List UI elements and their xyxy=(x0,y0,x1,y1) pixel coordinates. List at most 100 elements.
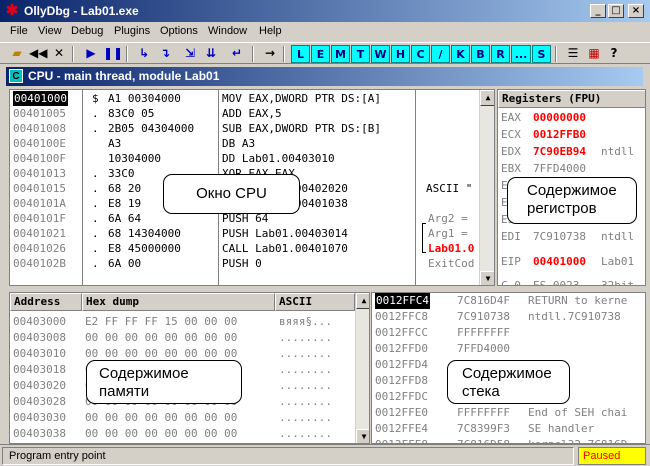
dump-header-ascii[interactable]: ASCII xyxy=(275,293,355,311)
stack-row[interactable]: 0012FFD0 7FFD4000 xyxy=(372,341,645,357)
log-window-button[interactable]: L xyxy=(291,45,310,63)
instruction-comment: ASCII " xyxy=(426,182,473,195)
disassembly-scrollbar[interactable]: ▲ ▼ xyxy=(479,90,494,285)
dump-row[interactable]: 00403038 00 00 00 00 00 00 00 00........ xyxy=(13,426,353,441)
execute-till-return-icon[interactable]: ↵ xyxy=(228,45,246,63)
list-icon[interactable]: ☰ xyxy=(564,45,582,63)
scroll-up-icon[interactable]: ▲ xyxy=(356,293,369,309)
stack-row[interactable]: 0012FFC4 7C816D4F RETURN to kerne xyxy=(372,293,645,309)
register-row[interactable]: C 0 ES 0023 32bit xyxy=(501,278,645,285)
run-icon[interactable]: ▶ xyxy=(82,45,100,63)
scroll-up-icon[interactable]: ▲ xyxy=(480,90,494,106)
stack-row[interactable]: 0012FFC8 7C910738 ntdll.7C910738 xyxy=(372,309,645,325)
register-value: 7FFD4000 xyxy=(533,162,586,175)
stack-row[interactable]: 0012FFE0 FFFFFFFF End of SEH chai xyxy=(372,405,645,421)
register-row[interactable]: EBX 7FFD4000 xyxy=(501,161,645,176)
help-icon[interactable]: ? xyxy=(605,45,623,63)
menu-file[interactable]: File xyxy=(10,25,28,37)
breakpoints-window-button[interactable]: B xyxy=(471,45,490,63)
source-window-button[interactable]: S xyxy=(532,45,551,63)
pause-icon[interactable]: ❚❚ xyxy=(103,45,123,63)
patches-window-button[interactable]: / xyxy=(431,45,450,63)
registers-callout: Содержимое регистров xyxy=(507,177,637,224)
stack-value: FFFFFFFF xyxy=(457,326,510,339)
cpu-window-button[interactable]: C xyxy=(411,45,430,63)
instruction-marker: . xyxy=(92,122,99,135)
references-window-button[interactable]: R xyxy=(491,45,510,63)
dump-row[interactable]: 00403008 00 00 00 00 00 00 00 00........ xyxy=(13,330,353,345)
stack-row[interactable]: 0012FFE4 7C8399F3 SE handler xyxy=(372,421,645,437)
dump-row[interactable]: 00403000 E2 FF FF FF 15 00 00 00 вяяя§... xyxy=(13,314,353,329)
threads-window-button[interactable]: T xyxy=(351,45,370,63)
cpu-window-titlebar[interactable]: C CPU - main thread, module Lab01 xyxy=(6,67,643,86)
menu-view[interactable]: View xyxy=(38,25,62,37)
minimize-button[interactable]: _ xyxy=(590,4,606,18)
trace-into-icon[interactable]: ⇲ xyxy=(181,45,199,63)
memory-dump-pane[interactable]: Address Hex dump ASCII 00403000 E2 FF FF … xyxy=(9,292,370,444)
step-over-icon[interactable]: ↴ xyxy=(156,45,174,63)
disassembly-row[interactable]: 00401021. 68 14304000 PUSH Lab01.00403014 A… xyxy=(10,226,479,241)
disassembly-pane[interactable]: 00401000 $ A1 00304000 MOV EAX,DWORD PTR DS… xyxy=(9,89,495,286)
disassembly-row[interactable]: 0040100F 10304000 DD Lab01.00403010 xyxy=(10,151,479,166)
disassembly-row[interactable]: 0040102B. 6A 00 PUSH 0 ExitCod xyxy=(10,256,479,271)
instruction-hex: 68 20 xyxy=(108,182,142,195)
run-trace-window-button[interactable]: ... xyxy=(511,45,531,63)
debugger-state-badge: Paused xyxy=(578,447,646,465)
stack-value: 7FFD4000 xyxy=(457,342,510,355)
dump-row[interactable]: 00403010 00 00 00 00 00 00 00 00........ xyxy=(13,346,353,361)
stack-row[interactable]: 0012FFE8 7C816D58 kernel32.7C816D xyxy=(372,437,645,443)
register-row[interactable]: EIP 00401000 Lab01 xyxy=(501,254,645,269)
dump-scrollbar[interactable]: ▲ ▼ xyxy=(355,293,369,443)
trace-over-icon[interactable]: ⇊ xyxy=(202,45,220,63)
menu-help[interactable]: Help xyxy=(259,25,282,37)
register-row[interactable]: EDX 7C90EB94 ntdll xyxy=(501,144,645,159)
instruction-hex: 68 14304000 xyxy=(108,227,181,240)
menu-plugins[interactable]: Plugins xyxy=(114,25,150,37)
registers-pane[interactable]: Registers (FPU) EAX 00000000 ECX 0012FFB0 ED… xyxy=(497,89,646,286)
dump-row[interactable]: 00403030 00 00 00 00 00 00 00 00........ xyxy=(13,410,353,425)
dump-hex: 00 00 00 00 00 00 00 00 xyxy=(85,411,238,424)
toolbar: ▰ ◀◀ ✕ ▶ ❚❚ ↳ ↴ ⇲ ⇊ ↵ → L E M T W H C / … xyxy=(0,42,650,64)
register-row[interactable]: EDI 7C910738 ntdll xyxy=(501,229,645,244)
modules-window-button[interactable]: E xyxy=(311,45,330,63)
disassembly-row[interactable]: 00401026. E8 45000000 CALL Lab01.00401070 L… xyxy=(10,241,479,256)
register-value: 7C90EB94 xyxy=(533,145,586,158)
stack-pane[interactable]: 0012FFC4 7C816D4F RETURN to kerne 0012FFC8 7… xyxy=(371,292,646,444)
dump-address: 00403010 xyxy=(13,347,66,360)
menu-window[interactable]: Window xyxy=(208,25,247,37)
instruction-comment: ExitCod xyxy=(428,257,475,270)
register-value: 00000000 xyxy=(533,111,586,124)
stack-row[interactable]: 0012FFCC FFFFFFFF xyxy=(372,325,645,341)
disassembly-row[interactable]: 00401005. 83C0 05 ADD EAX,5 xyxy=(10,106,479,121)
color-grid-icon[interactable]: ▦ xyxy=(585,45,603,63)
register-row[interactable]: ECX 0012FFB0 xyxy=(501,127,645,142)
register-row[interactable]: EAX 00000000 xyxy=(501,110,645,125)
stack-value: 7C816D58 xyxy=(457,437,510,443)
go-to-icon[interactable]: → xyxy=(261,45,279,63)
close-icon[interactable]: ✕ xyxy=(50,45,68,63)
scroll-down-icon[interactable]: ▼ xyxy=(356,429,369,443)
dump-header-hex[interactable]: Hex dump xyxy=(82,293,275,311)
instruction-text: MOV EAX,DWORD PTR DS:[A] xyxy=(222,92,381,105)
dump-address: 00403000 xyxy=(13,315,66,328)
restart-icon[interactable]: ◀◀ xyxy=(29,45,47,63)
maximize-button[interactable]: □ xyxy=(608,4,624,18)
disassembly-row[interactable]: 0040100E A3 DB A3 xyxy=(10,136,479,151)
dump-header-address[interactable]: Address xyxy=(10,293,82,311)
menu-debug[interactable]: Debug xyxy=(71,25,103,37)
call-stack-window-button[interactable]: K xyxy=(451,45,470,63)
disassembly-row[interactable]: 00401000 $ A1 00304000 MOV EAX,DWORD PTR DS… xyxy=(10,91,479,106)
memory-window-button[interactable]: M xyxy=(331,45,350,63)
instruction-hex: 6A 64 xyxy=(108,212,142,225)
dump-address: 00403008 xyxy=(13,331,66,344)
windows-window-button[interactable]: W xyxy=(371,45,390,63)
scroll-down-icon[interactable]: ▼ xyxy=(480,271,494,285)
handles-window-button[interactable]: H xyxy=(391,45,410,63)
disassembly-row[interactable]: 00401008. 2B05 04304000 SUB EAX,DWORD PTR … xyxy=(10,121,479,136)
step-into-icon[interactable]: ↳ xyxy=(135,45,153,63)
open-icon[interactable]: ▰ xyxy=(8,45,26,63)
menu-options[interactable]: Options xyxy=(160,25,198,37)
close-button[interactable]: × xyxy=(628,4,644,18)
stack-address: 0012FFD4 xyxy=(375,358,428,371)
registers-header[interactable]: Registers (FPU) xyxy=(498,90,645,108)
